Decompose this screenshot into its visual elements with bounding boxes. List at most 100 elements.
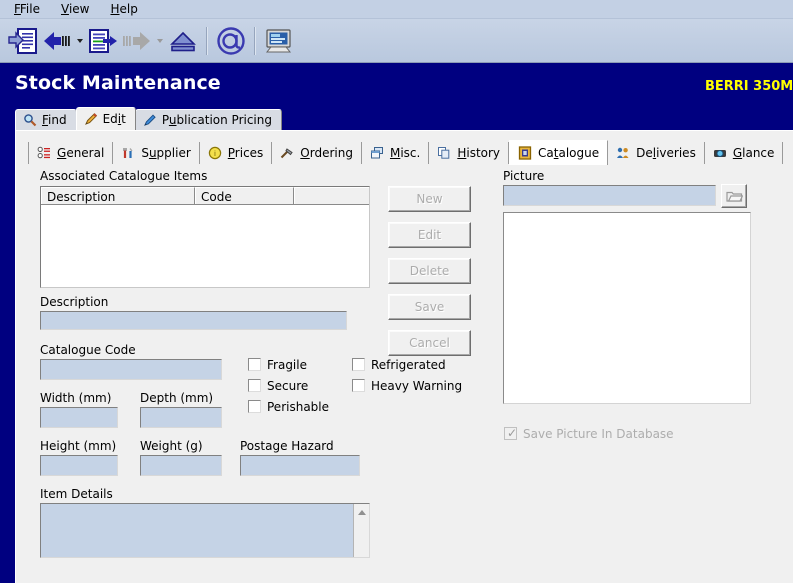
scroll-up-arrow-icon[interactable] — [354, 505, 369, 519]
menu-help-label: elp — [119, 2, 138, 16]
associated-catalogue-items-label: Associated Catalogue Items — [40, 169, 208, 183]
postage-hazard-label: Postage Hazard — [240, 439, 334, 453]
save-picture-in-database-label: Save Picture In Database — [523, 427, 674, 441]
toolbar — [0, 19, 793, 63]
tab-deliveries[interactable]: Deliveries — [608, 142, 705, 164]
secure-checkbox[interactable] — [248, 379, 261, 392]
toolbar-separator-2 — [254, 26, 256, 55]
copy-icon — [437, 146, 452, 161]
toolbar-separator-1 — [206, 26, 208, 55]
tab-supplier-label: Supplier — [141, 146, 191, 160]
tab-deliveries-label: Deliveries — [636, 146, 696, 160]
refrigerated-label[interactable]: Refrigerated — [371, 358, 446, 372]
primary-tabstrip: Find Edit Publication Pricing — [15, 107, 282, 130]
tab-misc-label: Misc. — [389, 146, 421, 160]
tab-misc[interactable]: Misc. — [361, 142, 430, 164]
save-button[interactable]: Save — [388, 294, 471, 320]
tab-history[interactable]: History — [429, 142, 510, 164]
tab-catalogue[interactable]: Catalogue — [509, 140, 609, 165]
hammer-icon — [280, 146, 295, 161]
tab-find[interactable]: Find — [15, 109, 77, 130]
tab-publication-pricing[interactable]: Publication Pricing — [134, 109, 282, 130]
item-details-textarea[interactable] — [40, 503, 370, 558]
menu-item-help[interactable]: Help — [102, 0, 150, 18]
save-picture-in-database-checkbox: ✓ — [504, 427, 517, 440]
tab-glance[interactable]: Glance — [704, 142, 784, 164]
depth-input[interactable] — [140, 407, 222, 428]
new-button[interactable]: New — [388, 186, 471, 212]
magnifier-icon — [23, 113, 38, 128]
tab-ordering-label: Ordering — [300, 146, 353, 160]
back-dropdown-icon[interactable] — [74, 22, 86, 60]
delete-button[interactable]: Delete — [388, 258, 471, 284]
grid-column-description[interactable]: Description — [41, 187, 196, 204]
grid-body[interactable] — [41, 205, 369, 287]
heavy-warning-label[interactable]: Heavy Warning — [371, 379, 462, 393]
refrigerated-checkbox[interactable] — [352, 358, 365, 371]
picture-path-input[interactable] — [503, 185, 716, 206]
secure-label[interactable]: Secure — [267, 379, 308, 393]
tab-supplier[interactable]: Supplier — [113, 142, 200, 164]
menu-item-view[interactable]: View — [53, 0, 102, 18]
menu-file-label: File — [19, 2, 40, 16]
grid-column-blank[interactable] — [294, 187, 369, 204]
tab-edit[interactable]: Edit — [75, 107, 136, 130]
tab-publication-pricing-label: Publication Pricing — [161, 113, 272, 127]
menu-item-file[interactable]: FFile — [6, 0, 53, 18]
weight-label: Weight (g) — [140, 439, 203, 453]
tab-prices-label: Prices — [227, 146, 264, 160]
cancel-button[interactable]: Cancel — [388, 330, 471, 356]
catalogue-code-input[interactable] — [40, 359, 222, 380]
eject-icon[interactable] — [166, 22, 200, 60]
picture-label: Picture — [503, 169, 545, 183]
pencil-icon — [84, 112, 99, 127]
grid-header-row: Description Code — [41, 187, 369, 205]
svg-text:i: i — [214, 150, 216, 158]
menu-view-label: iew — [68, 2, 90, 16]
apply-record-icon[interactable] — [86, 22, 120, 60]
forward-arrow-icon — [120, 22, 154, 60]
tab-ordering[interactable]: Ordering — [272, 142, 362, 164]
weight-input[interactable] — [140, 455, 222, 476]
people-icon — [616, 146, 631, 161]
perishable-checkbox[interactable] — [248, 400, 261, 413]
height-input[interactable] — [40, 455, 118, 476]
folder-open-icon[interactable] — [721, 184, 747, 208]
item-details-scrollbar[interactable] — [353, 504, 369, 557]
fragile-label[interactable]: Fragile — [267, 358, 307, 372]
tab-glance-label: Glance — [732, 146, 775, 160]
forward-dropdown-icon — [154, 22, 166, 60]
page-title: Stock Maintenance — [15, 72, 221, 94]
pen-icon — [143, 113, 158, 128]
tab-edit-label: Edit — [102, 112, 126, 126]
edit-button[interactable]: Edit — [388, 222, 471, 248]
tab-general[interactable]: General — [28, 142, 114, 164]
width-input[interactable] — [40, 407, 118, 428]
width-label: Width (mm) — [40, 391, 112, 405]
menu-bar: FFile View Help — [0, 0, 793, 19]
catalogue-icon — [518, 145, 533, 161]
import-record-icon[interactable] — [6, 22, 40, 60]
depth-label: Depth (mm) — [140, 391, 214, 405]
fragile-checkbox[interactable] — [248, 358, 261, 371]
perishable-label[interactable]: Perishable — [267, 400, 329, 414]
camera-icon — [713, 146, 728, 161]
picture-preview[interactable] — [503, 212, 751, 404]
postage-hazard-input[interactable] — [240, 455, 360, 476]
stock-maintenance-page: Stock Maintenance BERRI 350ML Find Edit — [0, 63, 793, 583]
catalogue-form: Associated Catalogue Items Description C… — [16, 164, 793, 583]
back-arrow-icon[interactable] — [40, 22, 74, 60]
description-input[interactable] — [40, 311, 347, 330]
coin-icon: i — [208, 146, 223, 161]
checkmark-icon: ✓ — [507, 426, 518, 440]
tab-history-label: History — [457, 146, 501, 160]
tab-prices[interactable]: i Prices — [199, 142, 273, 164]
heavy-warning-checkbox[interactable] — [352, 379, 365, 392]
email-icon[interactable] — [214, 22, 248, 60]
computer-icon[interactable] — [262, 22, 296, 60]
people-list-icon — [37, 146, 52, 161]
grid-column-code[interactable]: Code — [195, 187, 295, 204]
tools-icon — [121, 146, 136, 161]
catalogue-items-grid[interactable]: Description Code — [40, 186, 370, 288]
content-panel: General Supplier i Prices Ordering Misc.… — [15, 130, 793, 583]
